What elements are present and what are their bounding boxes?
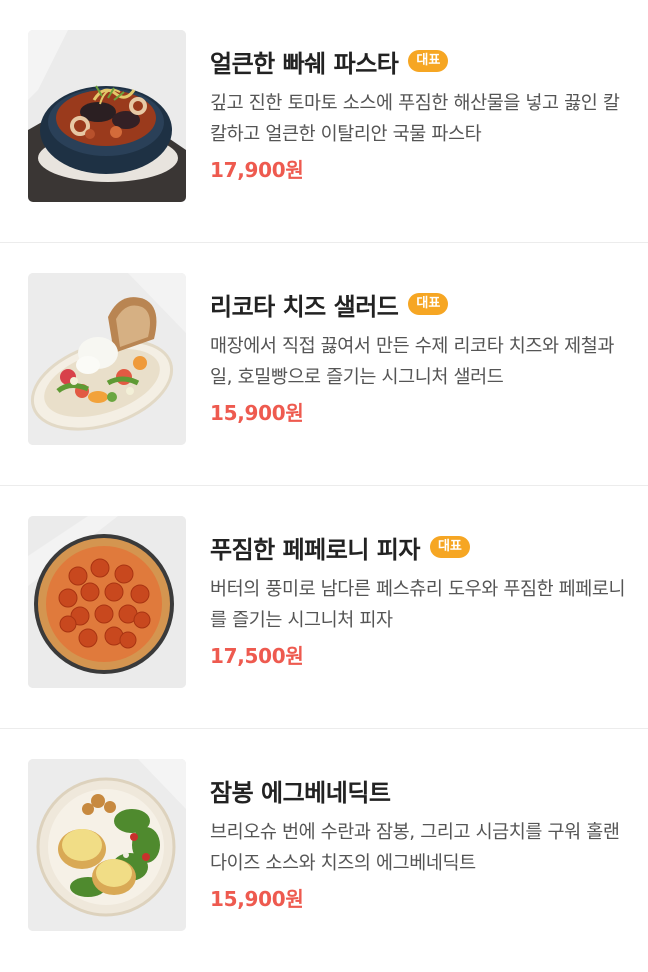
menu-item-info: 푸짐한 페페로니 피자 대표 버터의 풍미로 남다른 페스츄리 도우와 푸짐한 … — [210, 530, 628, 669]
menu-item-price: 15,900원 — [210, 401, 304, 425]
title-row: 얼큰한 빠쉐 파스타 대표 — [210, 44, 628, 78]
title-row: 푸짐한 페페로니 피자 대표 — [210, 530, 628, 564]
menu-item-salad[interactable]: 리코타 치즈 샐러드 대표 매장에서 직접 끓여서 만든 수제 리코타 치즈와 … — [0, 243, 648, 486]
menu-list: 얼큰한 빠쉐 파스타 대표 깊고 진한 토마토 소스에 푸짐한 해산물을 넣고 … — [0, 0, 648, 972]
menu-item-info: 잠봉 에그베네딕트 브리오슈 번에 수란과 잠봉, 그리고 시금치를 구워 홀랜… — [210, 773, 628, 912]
menu-item-description: 버터의 풍미로 남다른 페스츄리 도우와 푸짐한 페페로니를 즐기는 시그니처 … — [210, 579, 626, 631]
signature-badge: 대표 — [408, 293, 449, 315]
signature-badge: 대표 — [429, 536, 470, 558]
menu-item-benedict[interactable]: 잠봉 에그베네딕트 브리오슈 번에 수란과 잠봉, 그리고 시금치를 구워 홀랜… — [0, 729, 648, 972]
title-row: 잠봉 에그베네딕트 — [210, 773, 628, 807]
benedict-photo — [28, 759, 186, 931]
menu-item-name: 얼큰한 빠쉐 파스타 — [210, 49, 399, 78]
menu-item-price: 17,500원 — [210, 644, 304, 668]
menu-item-description: 브리오슈 번에 수란과 잠봉, 그리고 시금치를 구워 홀랜다이즈 소스와 치즈… — [210, 822, 620, 874]
menu-item-price: 17,900원 — [210, 158, 304, 182]
title-row: 리코타 치즈 샐러드 대표 — [210, 287, 628, 321]
menu-item-pasta[interactable]: 얼큰한 빠쉐 파스타 대표 깊고 진한 토마토 소스에 푸짐한 해산물을 넣고 … — [0, 0, 648, 243]
salad-photo — [28, 273, 186, 445]
menu-item-info: 얼큰한 빠쉐 파스타 대표 깊고 진한 토마토 소스에 푸짐한 해산물을 넣고 … — [210, 44, 628, 183]
menu-item-pizza[interactable]: 푸짐한 페페로니 피자 대표 버터의 풍미로 남다른 페스츄리 도우와 푸짐한 … — [0, 486, 648, 729]
menu-item-name: 리코타 치즈 샐러드 — [210, 292, 399, 321]
menu-item-description: 깊고 진한 토마토 소스에 푸짐한 해산물을 넣고 끓인 칼칼하고 얼큰한 이탈… — [210, 93, 620, 145]
menu-item-info: 리코타 치즈 샐러드 대표 매장에서 직접 끓여서 만든 수제 리코타 치즈와 … — [210, 287, 628, 426]
pizza-photo — [28, 516, 186, 688]
menu-item-description: 매장에서 직접 끓여서 만든 수제 리코타 치즈와 제철과일, 호밀빵으로 즐기… — [210, 336, 615, 388]
menu-item-name: 푸짐한 페페로니 피자 — [210, 535, 420, 564]
menu-item-name: 잠봉 에그베네딕트 — [210, 778, 391, 807]
pasta-photo — [28, 30, 186, 202]
menu-item-price: 15,900원 — [210, 887, 304, 911]
signature-badge: 대표 — [408, 50, 449, 72]
